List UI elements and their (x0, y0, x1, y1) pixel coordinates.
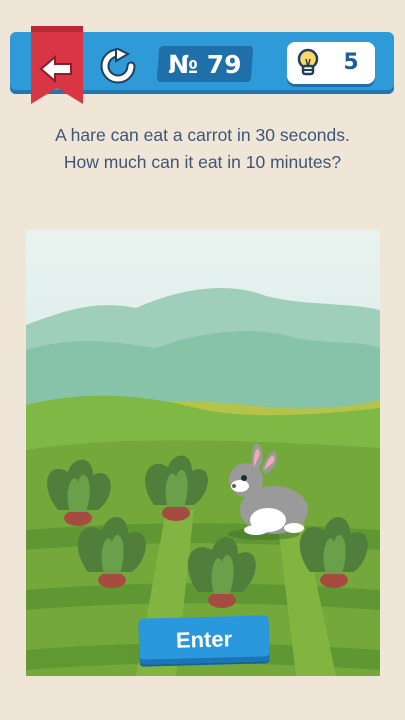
question-text: A hare can eat a carrot in 30 seconds. H… (10, 122, 395, 176)
lightbulb-icon (297, 48, 319, 76)
restart-icon (100, 46, 136, 84)
game-scene (26, 230, 380, 676)
enter-button[interactable]: Enter (138, 615, 270, 665)
back-button[interactable] (31, 26, 83, 104)
back-arrow-icon (31, 26, 83, 104)
hint-count: 5 (343, 50, 359, 75)
level-number: № 79 (156, 46, 254, 82)
level-number-text: № 79 (168, 49, 242, 79)
hint-button[interactable]: 5 (287, 42, 375, 84)
enter-button-label: Enter (175, 626, 233, 653)
restart-button[interactable] (98, 46, 138, 84)
question-line-2: How much can it eat in 10 minutes? (63, 152, 342, 172)
question-line-1: A hare can eat a carrot in 30 seconds. (55, 125, 350, 145)
